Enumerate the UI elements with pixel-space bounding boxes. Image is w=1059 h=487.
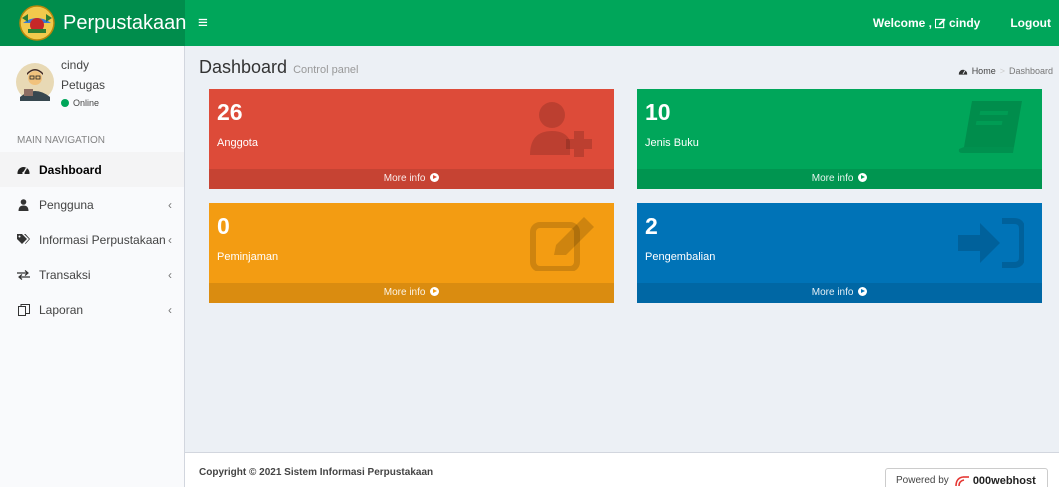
sidebar-item-label: Pengguna: [39, 197, 94, 212]
stat-value: 26: [217, 99, 243, 125]
webhost-logo-icon: [955, 475, 969, 486]
page-title: Dashboard: [199, 57, 288, 77]
stat-value: 10: [645, 99, 671, 125]
more-info-link[interactable]: More info: [209, 169, 614, 189]
edit-icon: [530, 217, 594, 271]
stat-label: Anggota: [217, 137, 258, 149]
user-plus-icon: [530, 102, 592, 157]
welcome-user-link[interactable]: Welcome , cindy: [873, 16, 1010, 30]
brand-logo-link[interactable]: Perpustakaan: [0, 0, 187, 46]
stat-box-pengembalian: 2 Pengembalian More info: [637, 203, 1042, 303]
arrow-circle-right-icon: [430, 173, 440, 182]
sidebar-item-label: Informasi Perpustakaan: [39, 232, 166, 247]
sign-in-icon: [958, 218, 1024, 268]
powered-by-badge[interactable]: Powered by 000webhost: [885, 468, 1048, 487]
sidebar-item-label: Laporan: [39, 302, 84, 317]
user-panel: cindy Petugas Online: [0, 46, 184, 118]
page-subtitle: Control panel: [293, 64, 359, 76]
arrow-circle-right-icon: [858, 287, 868, 296]
sidebar-item-label: Dashboard: [39, 162, 102, 177]
chevron-left-icon: ‹: [168, 233, 172, 247]
stat-label: Peminjaman: [217, 251, 279, 263]
more-info-label: More info: [383, 173, 426, 184]
dashboard-icon: [17, 163, 30, 176]
user-status: Online: [61, 98, 99, 108]
arrow-circle-right-icon: [430, 287, 440, 296]
stat-value: 2: [645, 213, 658, 239]
arrow-circle-right-icon: [858, 173, 868, 182]
chevron-left-icon: ‹: [168, 303, 172, 317]
breadcrumb-current: Dashboard: [1008, 66, 1053, 76]
breadcrumb-separator: >: [999, 66, 1005, 76]
stat-value: 0: [217, 213, 230, 239]
chevron-left-icon: ‹: [168, 198, 172, 212]
footer: Copyright © 2021 Sistem Informasi Perpus…: [185, 452, 1059, 487]
breadcrumb: Home > Dashboard: [958, 66, 1053, 76]
nav-header: MAIN NAVIGATION: [17, 135, 105, 146]
logout-link[interactable]: Logout: [1010, 16, 1059, 30]
sidebar-item-dashboard[interactable]: Dashboard: [0, 152, 184, 187]
top-navbar: Perpustakaan ≡ Welcome , cindy Logout: [0, 0, 1059, 46]
welcome-prefix: Welcome ,: [872, 16, 932, 30]
sidebar-item-label: Transaksi: [39, 267, 91, 282]
library-emblem-icon: [18, 4, 56, 42]
chevron-left-icon: ‹: [168, 268, 172, 282]
more-info-label: More info: [811, 173, 854, 184]
welcome-username: cindy: [949, 16, 981, 30]
more-info-label: More info: [383, 287, 426, 298]
sidebar-item-informasi-perpustakaan[interactable]: Informasi Perpustakaan ‹: [0, 222, 184, 257]
online-status-icon: [61, 99, 69, 107]
status-label: Online: [73, 98, 100, 108]
user-role: Petugas: [61, 78, 106, 92]
edit-icon: [935, 17, 946, 28]
breadcrumb-home-link[interactable]: Home: [972, 66, 996, 76]
avatar: [16, 63, 54, 101]
more-info-link[interactable]: More info: [637, 283, 1042, 303]
sidebar-item-pengguna[interactable]: Pengguna ‹: [0, 187, 184, 222]
stat-label: Jenis Buku: [645, 137, 699, 149]
user-name: cindy: [61, 58, 90, 72]
powered-by-label: Powered by: [896, 475, 949, 486]
stat-box-jenis-buku: 10 Jenis Buku More info: [637, 89, 1042, 189]
sidebar-item-laporan[interactable]: Laporan ‹: [0, 292, 184, 327]
exchange-icon: [17, 268, 30, 281]
stat-box-anggota: 26 Anggota More info: [209, 89, 614, 189]
user-icon: [17, 198, 30, 211]
sidebar-item-transaksi[interactable]: Transaksi ‹: [0, 257, 184, 292]
copyright-text: Copyright © 2021 Sistem Informasi Perpus…: [199, 467, 434, 478]
more-info-link[interactable]: More info: [209, 283, 614, 303]
sidebar-toggle-icon[interactable]: ≡: [198, 0, 218, 46]
sidebar: cindy Petugas Online MAIN NAVIGATION Das…: [0, 46, 185, 487]
brand-name: Perpustakaan: [63, 11, 187, 34]
content-header: Dashboard Control panel: [199, 57, 359, 78]
powered-by-brand: 000webhost: [972, 474, 1036, 487]
more-info-label: More info: [811, 287, 854, 298]
dashboard-icon: [958, 69, 967, 75]
stat-box-peminjaman: 0 Peminjaman More info: [209, 203, 614, 303]
stat-label: Pengembalian: [645, 251, 716, 263]
book-icon: [958, 101, 1022, 153]
copy-icon: [17, 303, 30, 316]
tags-icon: [17, 233, 30, 246]
more-info-link[interactable]: More info: [637, 169, 1042, 189]
